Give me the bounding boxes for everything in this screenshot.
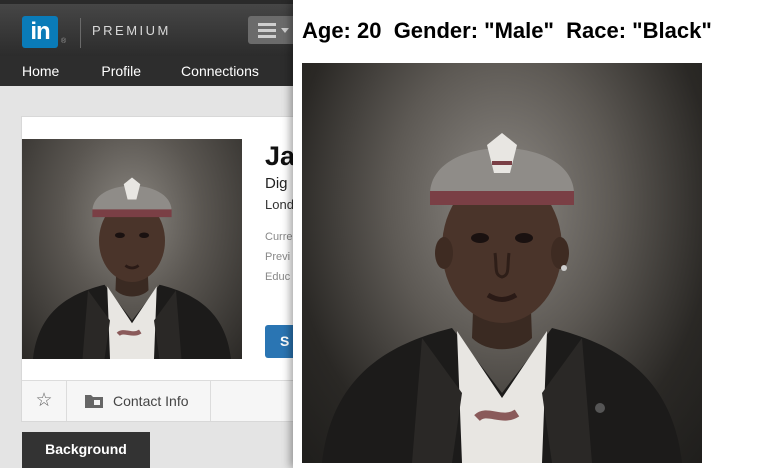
chevron-down-icon (281, 28, 289, 33)
linkedin-logo-icon[interactable]: in (22, 16, 58, 48)
profile-name: Ja (265, 141, 296, 171)
profile-previous-label: Previ (265, 251, 291, 263)
profile-photo[interactable] (22, 139, 242, 359)
linkedin-header: in ® PREMIUM (0, 4, 300, 56)
profile-current-label: Curre (265, 231, 293, 243)
background-section-tab[interactable]: Background (22, 432, 150, 468)
profile-education-label: Educ (265, 271, 291, 283)
favorite-button[interactable]: ☆ (22, 381, 67, 421)
profile-headline: Dig (265, 175, 288, 192)
nav-item-connections[interactable]: Connections (181, 63, 259, 79)
hamburger-menu-icon (258, 23, 276, 41)
analysis-caption: Age: 20 Gender: "Male" Race: "Black" (302, 18, 712, 43)
contact-info-label: Contact Info (113, 393, 189, 409)
star-icon: ☆ (35, 390, 53, 411)
main-nav: Home Profile Connections (0, 56, 300, 86)
registered-mark: ® (61, 38, 67, 45)
contact-info-button[interactable]: Contact Info (67, 381, 211, 421)
profile-action-bar: ☆ Contact Info (22, 380, 302, 421)
profile-location: Lond (265, 197, 294, 212)
profile-photo-illustration (33, 177, 231, 359)
nav-item-home[interactable]: Home (22, 63, 59, 79)
premium-label: PREMIUM (92, 23, 171, 38)
folder-icon (85, 395, 103, 408)
analyzed-photo-illustration (322, 133, 682, 463)
analyzed-photo (302, 63, 702, 463)
header-divider (80, 18, 81, 48)
nav-item-profile[interactable]: Profile (101, 63, 141, 79)
